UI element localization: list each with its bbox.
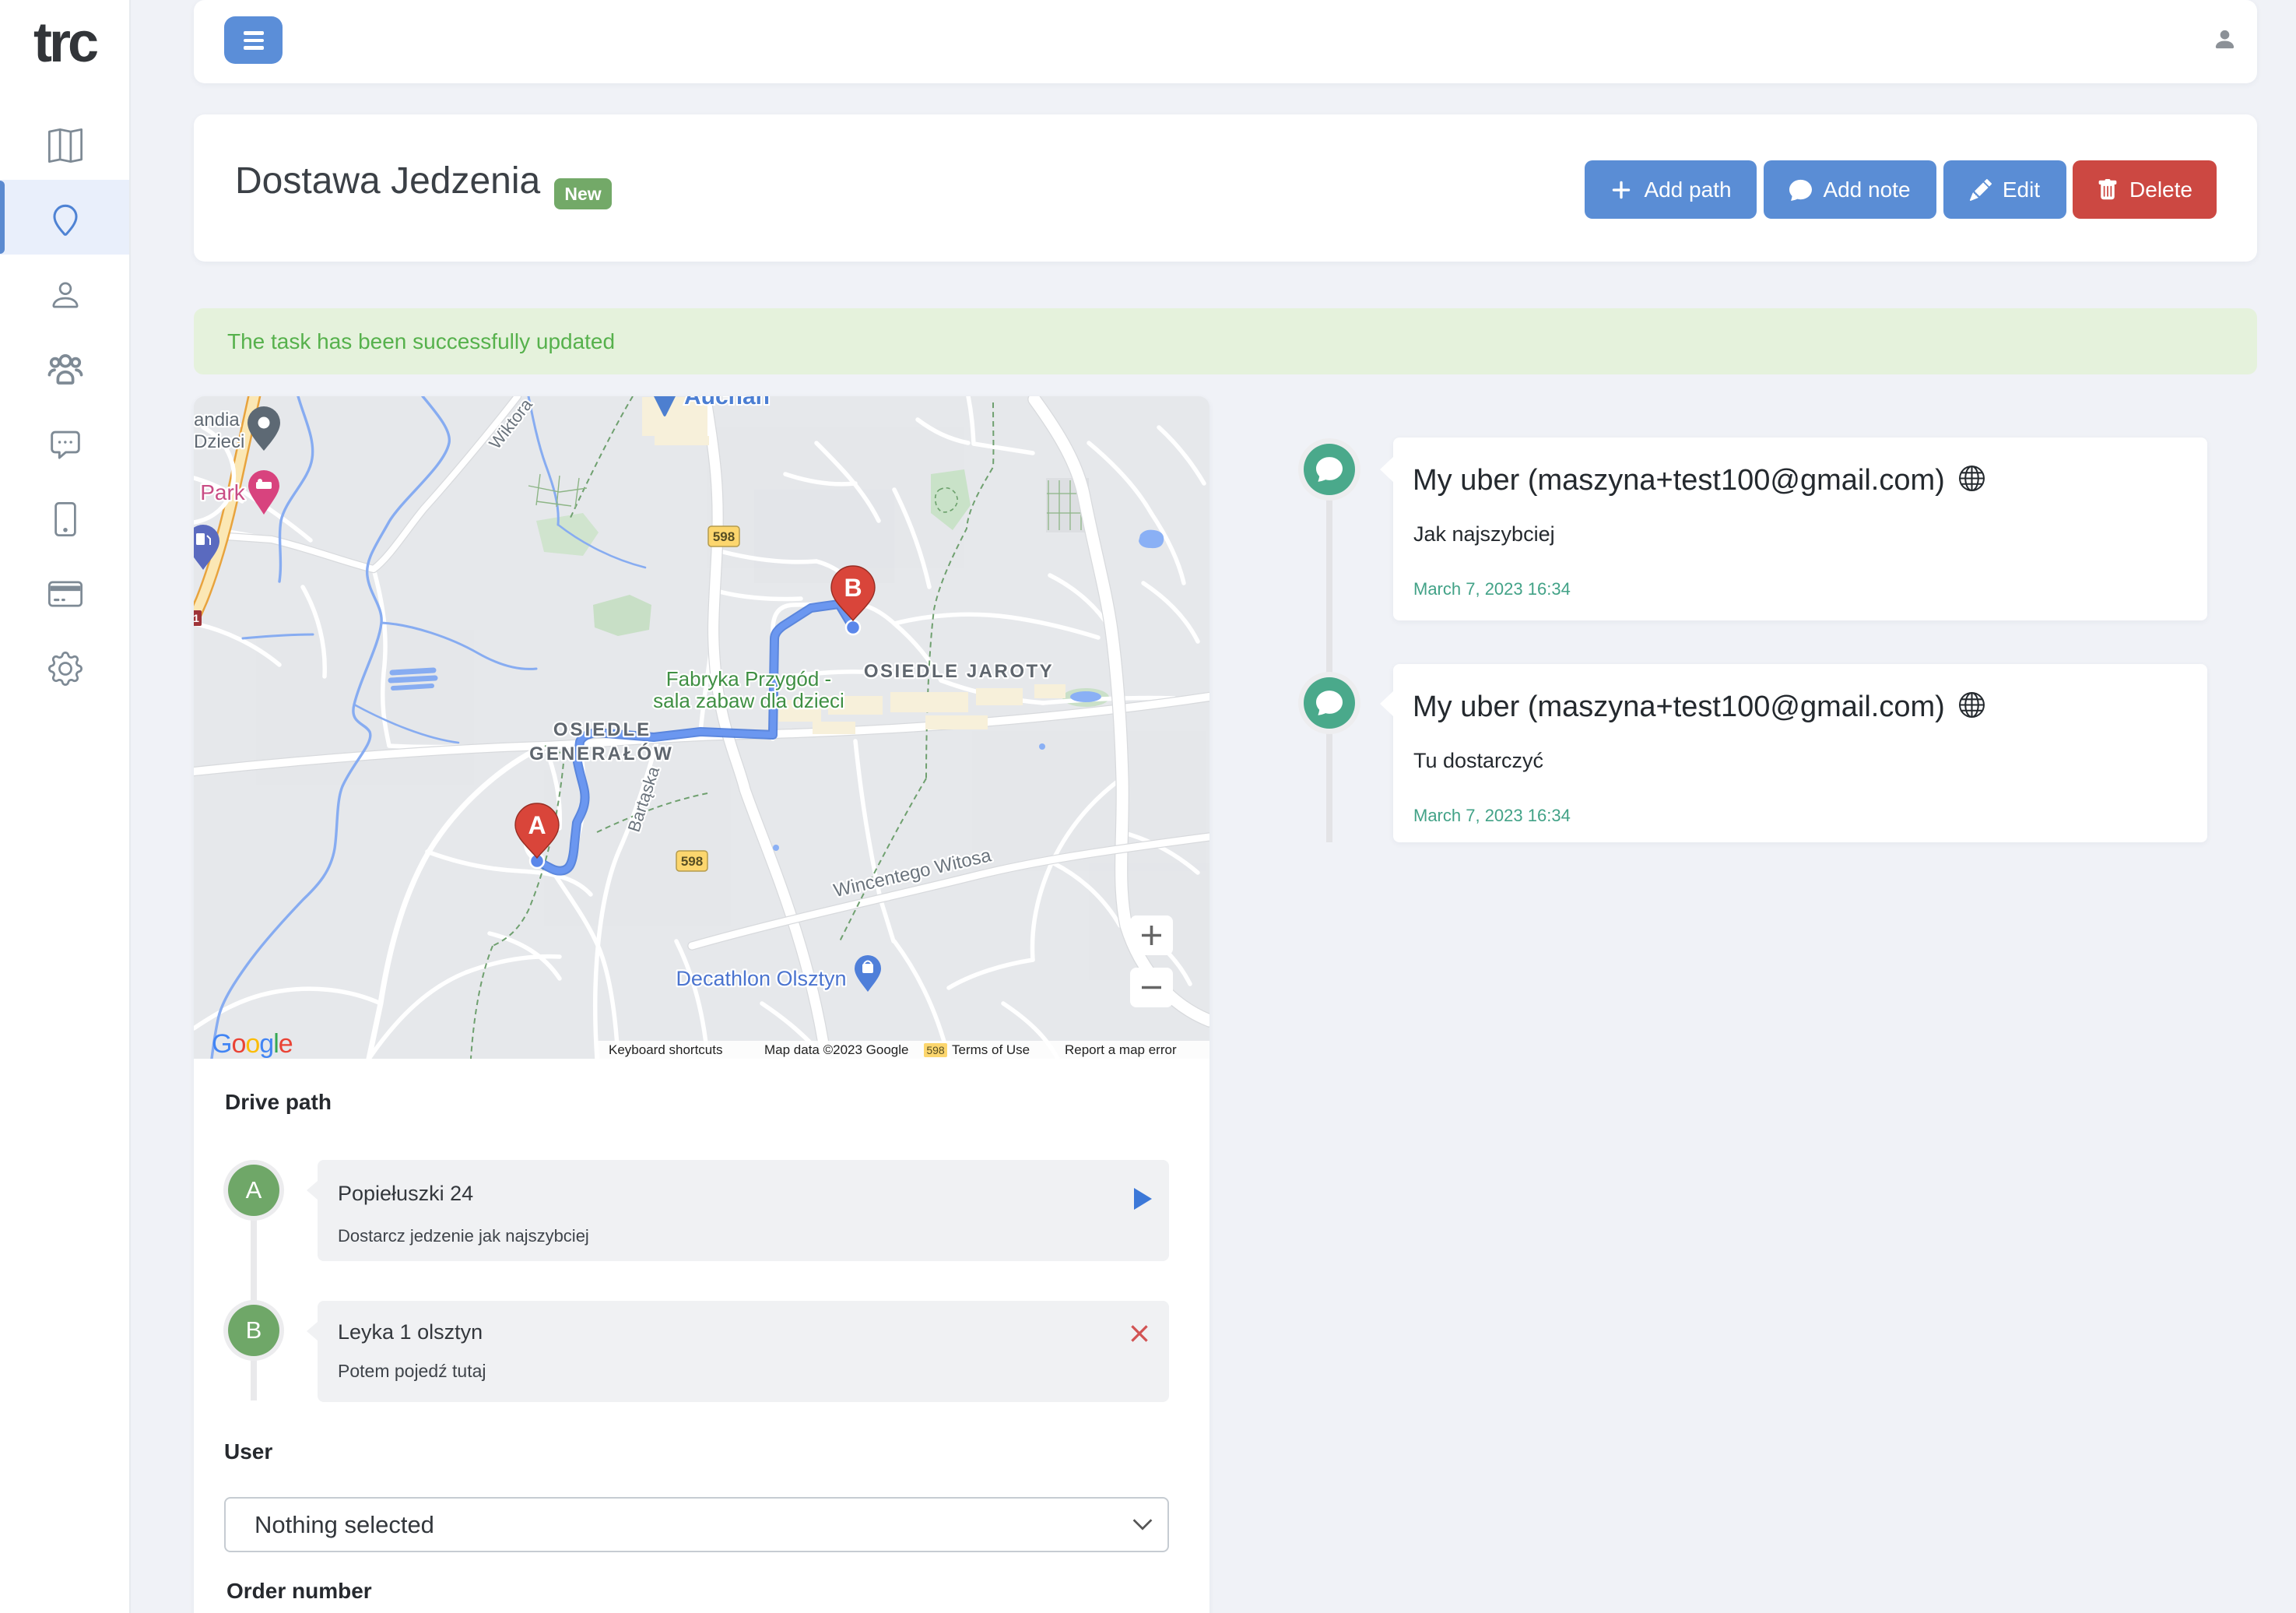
svg-text:sala zabaw dla dzieci: sala zabaw dla dzieci (653, 689, 844, 712)
svg-text:OSIEDLE JAROTY: OSIEDLE JAROTY (864, 661, 1054, 682)
svg-text:B: B (844, 574, 862, 602)
svg-text:OSIEDLE: OSIEDLE (553, 719, 651, 740)
svg-text:598: 598 (681, 854, 703, 869)
svg-text:598: 598 (713, 529, 735, 544)
svg-text:Google: Google (212, 1029, 293, 1059)
svg-text:Map data ©2023 Google: Map data ©2023 Google (764, 1042, 909, 1057)
svg-text:Keyboard shortcuts: Keyboard shortcuts (609, 1042, 722, 1057)
svg-text:A: A (528, 811, 546, 839)
svg-text:Fabryka Przygód -: Fabryka Przygód - (666, 667, 831, 691)
svg-text:andia: andia (194, 409, 240, 430)
svg-text:Decathlon Olsztyn: Decathlon Olsztyn (676, 967, 846, 990)
svg-text:Terms of Use: Terms of Use (952, 1042, 1030, 1057)
svg-text:598: 598 (926, 1044, 945, 1056)
svg-text:Park: Park (200, 480, 246, 504)
svg-text:Auchan: Auchan (684, 396, 770, 409)
svg-text:1: 1 (194, 612, 199, 624)
svg-text:Report a map error: Report a map error (1065, 1042, 1177, 1057)
svg-text:GENERAŁÓW: GENERAŁÓW (529, 743, 674, 764)
svg-text:Dzieci: Dzieci (194, 431, 244, 452)
